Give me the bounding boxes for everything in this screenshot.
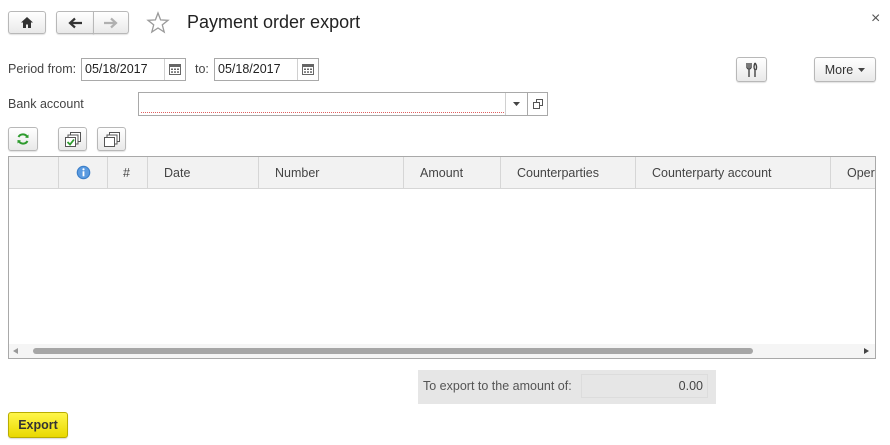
dropdown-button[interactable]: [505, 93, 527, 115]
period-from-field[interactable]: 05/18/2017: [81, 58, 186, 81]
scrollbar-thumb[interactable]: [33, 348, 753, 354]
open-button[interactable]: [527, 92, 548, 116]
calendar-icon[interactable]: [297, 59, 318, 80]
column-header-date[interactable]: Date: [148, 157, 259, 188]
period-to-field[interactable]: 05/18/2017: [214, 58, 319, 81]
period-from-value: 05/18/2017: [85, 62, 148, 76]
bank-account-field[interactable]: [138, 92, 528, 116]
period-from-label: Period from:: [8, 62, 77, 76]
bank-account-label: Bank account: [8, 97, 84, 111]
export-button[interactable]: Export: [8, 412, 68, 438]
fork-knife-icon: [745, 62, 757, 77]
column-header-number-sign[interactable]: #: [108, 157, 148, 188]
period-to-value: 05/18/2017: [218, 62, 281, 76]
column-header-operation[interactable]: Oper: [831, 157, 875, 188]
settings-button[interactable]: [736, 57, 767, 82]
favorite-star-icon[interactable]: [146, 11, 170, 35]
chevron-down-icon: [513, 102, 520, 106]
more-label: More: [824, 62, 854, 77]
uncheck-all-icon: [103, 131, 120, 147]
check-all-icon: [64, 131, 81, 147]
refresh-button[interactable]: [8, 127, 38, 151]
arrow-left-icon: [68, 17, 82, 28]
select-all-button[interactable]: [58, 127, 87, 151]
export-total-panel: To export to the amount of: 0.00: [418, 370, 716, 404]
required-underline: [141, 112, 504, 113]
forward-button[interactable]: [93, 11, 129, 34]
close-icon[interactable]: ×: [871, 10, 880, 28]
column-header-number[interactable]: Number: [259, 157, 404, 188]
export-total-label: To export to the amount of:: [423, 379, 572, 393]
column-header-counterparty-account[interactable]: Counterparty account: [636, 157, 831, 188]
open-window-icon: [532, 99, 543, 109]
column-header-amount[interactable]: Amount: [404, 157, 501, 188]
scroll-left-icon[interactable]: [13, 348, 18, 354]
scroll-right-icon[interactable]: [864, 348, 869, 354]
deselect-all-button[interactable]: [97, 127, 126, 151]
period-to-label: to:: [195, 62, 209, 76]
back-button[interactable]: [56, 11, 94, 34]
more-button[interactable]: More: [814, 57, 876, 82]
page-title: Payment order export: [187, 12, 361, 32]
horizontal-scrollbar[interactable]: [9, 344, 875, 358]
export-total-value: 0.00: [581, 374, 708, 398]
payment-orders-table[interactable]: # Date Number Amount Counterparties Coun…: [8, 156, 876, 359]
home-button[interactable]: [8, 11, 46, 34]
info-icon: [76, 165, 90, 180]
calendar-icon[interactable]: [164, 59, 185, 80]
column-header-counterparties[interactable]: Counterparties: [501, 157, 636, 188]
chevron-down-icon: [858, 67, 866, 72]
home-icon: [21, 17, 33, 28]
table-header: # Date Number Amount Counterparties Coun…: [9, 157, 875, 189]
column-header-checkbox[interactable]: [9, 157, 59, 188]
column-header-info[interactable]: [59, 157, 108, 188]
arrow-right-icon: [104, 17, 118, 28]
refresh-icon: [17, 133, 29, 145]
